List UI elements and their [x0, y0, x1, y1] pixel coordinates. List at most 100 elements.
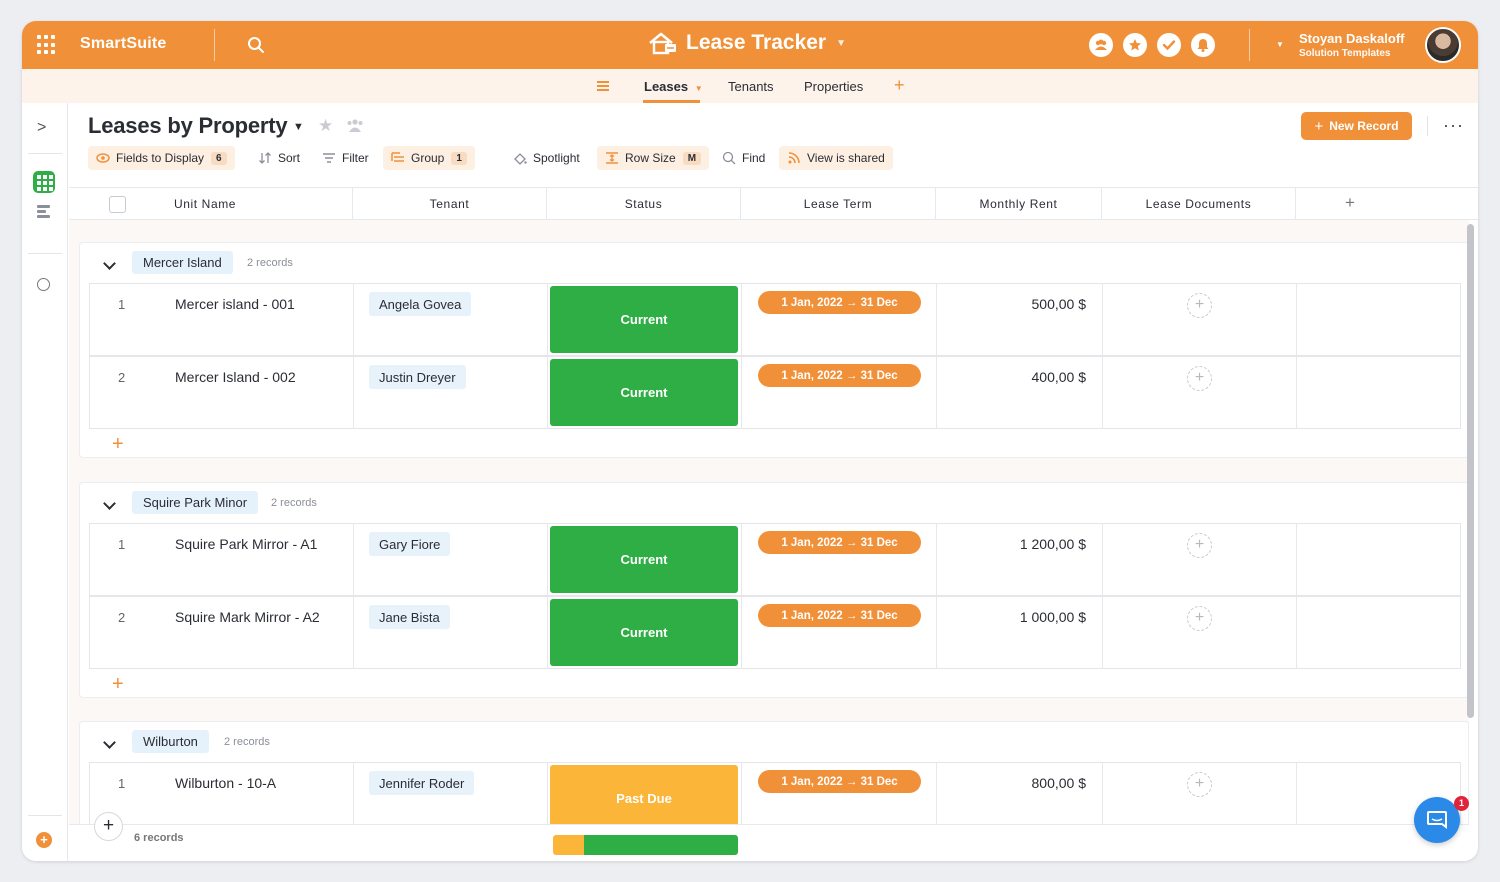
add-file-plus-icon[interactable]: +	[1187, 533, 1212, 558]
group-label: Group	[411, 151, 445, 165]
tenant-link[interactable]: Jane Bista	[369, 605, 450, 629]
collapse-group-chevron-icon[interactable]	[103, 736, 116, 749]
grid-view-icon[interactable]	[33, 171, 55, 193]
view-is-shared-button[interactable]: View is shared	[779, 146, 893, 170]
add-record-plus-icon[interactable]: +	[112, 433, 124, 456]
cell-status[interactable]: Current	[548, 524, 742, 595]
spotlight-button[interactable]: Spotlight	[505, 146, 588, 170]
collapse-group-chevron-icon[interactable]	[103, 497, 116, 510]
monthly-rent-value: 800,00 $	[1031, 775, 1087, 791]
status-summary-bar[interactable]	[553, 835, 738, 855]
cell-lease-documents[interactable]: +	[1103, 597, 1297, 668]
cell-monthly-rent[interactable]: 400,00 $	[937, 357, 1103, 428]
apps-grid-icon[interactable]	[37, 35, 57, 55]
group-record-count: 2 records	[247, 257, 293, 269]
cell-status[interactable]: Current	[548, 357, 742, 428]
add-table-plus-icon[interactable]: +	[894, 75, 905, 96]
cell-monthly-rent[interactable]: 500,00 $	[937, 284, 1103, 355]
cell-lease-term[interactable]: 1 Jan, 2022 → 31 Dec	[742, 597, 937, 668]
add-file-plus-icon[interactable]: +	[1187, 366, 1212, 391]
user-name[interactable]: Stoyan Daskaloff	[1299, 31, 1404, 46]
table-row[interactable]: 1 Squire Park Mirror - A1 Gary Fiore Cur…	[89, 523, 1461, 596]
row-size-button[interactable]: Row Size M	[597, 146, 710, 170]
cell-lease-term[interactable]: 1 Jan, 2022 → 31 Dec	[742, 284, 937, 355]
team-icon[interactable]	[1089, 33, 1113, 57]
table-row[interactable]: 2 Mercer Island - 002 Justin Dreyer Curr…	[89, 356, 1461, 429]
expand-sidebar-chevron-icon[interactable]: >	[37, 119, 46, 137]
group-button[interactable]: Group 1	[383, 146, 475, 170]
tenant-link[interactable]: Gary Fiore	[369, 532, 451, 556]
find-button[interactable]: Find	[714, 146, 773, 170]
add-file-plus-icon[interactable]: +	[1187, 606, 1212, 631]
list-view-icon[interactable]	[37, 205, 50, 220]
column-header-unit-name[interactable]: Unit Name	[69, 188, 353, 220]
cell-unit-name[interactable]: 1 Mercer island - 001	[90, 284, 354, 355]
more-options-icon[interactable]: ···	[1443, 115, 1464, 136]
brand-logo[interactable]: SmartSuite	[80, 35, 166, 53]
tenant-link[interactable]: Angela Govea	[369, 292, 472, 316]
user-menu-chevron-icon[interactable]: ▼	[1276, 40, 1284, 49]
column-header-lease-documents[interactable]: Lease Documents	[1102, 188, 1296, 220]
add-record-button[interactable]: +	[94, 812, 123, 841]
cell-unit-name[interactable]: 2 Mercer Island - 002	[90, 357, 354, 428]
add-file-plus-icon[interactable]: +	[1187, 293, 1212, 318]
status-badge: Past Due	[550, 765, 738, 832]
tenant-link[interactable]: Justin Dreyer	[369, 365, 466, 389]
find-label: Find	[742, 151, 766, 165]
cell-lease-term[interactable]: 1 Jan, 2022 → 31 Dec	[742, 524, 937, 595]
group-icon	[391, 152, 404, 162]
add-view-icon[interactable]: +	[36, 832, 52, 848]
column-header-status[interactable]: Status	[547, 188, 741, 220]
lease-term-pill: 1 Jan, 2022 → 31 Dec	[758, 770, 921, 793]
app-title: Lease Tracker	[686, 31, 827, 54]
cell-lease-documents[interactable]: +	[1103, 357, 1297, 428]
cell-tenant[interactable]: Jane Bista	[354, 597, 548, 668]
favorite-view-star-icon[interactable]: ★	[318, 116, 333, 136]
hamburger-menu-icon[interactable]	[597, 81, 609, 91]
add-column-plus-icon[interactable]: +	[1345, 193, 1355, 213]
view-title[interactable]: Leases by Property	[88, 113, 288, 139]
filter-button[interactable]: Filter	[314, 146, 377, 170]
tenant-link[interactable]: Jennifer Roder	[369, 771, 475, 795]
tab-properties[interactable]: Properties	[804, 79, 863, 94]
cell-lease-documents[interactable]: +	[1103, 524, 1297, 595]
collapse-group-chevron-icon[interactable]	[103, 257, 116, 270]
new-record-button[interactable]: + New Record	[1301, 112, 1412, 140]
sort-button[interactable]: Sort	[250, 146, 308, 170]
cell-unit-name[interactable]: 2 Squire Mark Mirror - A2	[90, 597, 354, 668]
add-file-plus-icon[interactable]: +	[1187, 772, 1212, 797]
view-menu-caret-icon[interactable]: ▼	[293, 121, 304, 133]
avatar[interactable]	[1425, 27, 1461, 63]
cell-monthly-rent[interactable]: 1 000,00 $	[937, 597, 1103, 668]
fields-to-display-button[interactable]: Fields to Display 6	[88, 146, 235, 170]
favorites-star-icon[interactable]	[1123, 33, 1147, 57]
divider	[28, 253, 62, 254]
column-header-tenant[interactable]: Tenant	[353, 188, 547, 220]
tab-leases[interactable]: Leases ▼	[644, 79, 703, 94]
table-row[interactable]: 2 Squire Mark Mirror - A2 Jane Bista Cur…	[89, 596, 1461, 669]
app-title-switcher[interactable]: Lease Tracker ▼	[648, 31, 846, 55]
notifications-bell-icon[interactable]	[1191, 33, 1215, 57]
table-row[interactable]: 1 Mercer island - 001 Angela Govea Curre…	[89, 283, 1461, 356]
group-mercer-island: Mercer Island 2 records 1 Mercer island …	[79, 242, 1469, 458]
user-circle-icon[interactable]	[37, 278, 50, 291]
cell-tenant[interactable]: Angela Govea	[354, 284, 548, 355]
cell-lease-documents[interactable]: +	[1103, 284, 1297, 355]
tab-tenants[interactable]: Tenants	[728, 79, 774, 94]
column-header-monthly-rent[interactable]: Monthly Rent	[936, 188, 1102, 220]
cell-unit-name[interactable]: 1 Squire Park Mirror - A1	[90, 524, 354, 595]
search-icon[interactable]	[247, 36, 265, 54]
vertical-scrollbar[interactable]	[1467, 224, 1474, 718]
lease-term-pill: 1 Jan, 2022 → 31 Dec	[758, 604, 921, 627]
cell-tenant[interactable]: Gary Fiore	[354, 524, 548, 595]
view-members-icon[interactable]	[346, 118, 364, 132]
tasks-check-icon[interactable]	[1157, 33, 1181, 57]
cell-tenant[interactable]: Justin Dreyer	[354, 357, 548, 428]
add-record-plus-icon[interactable]: +	[112, 673, 124, 696]
cell-monthly-rent[interactable]: 1 200,00 $	[937, 524, 1103, 595]
cell-lease-term[interactable]: 1 Jan, 2022 → 31 Dec	[742, 357, 937, 428]
group-label: Mercer Island	[132, 251, 233, 274]
column-header-lease-term[interactable]: Lease Term	[741, 188, 936, 220]
cell-status[interactable]: Current	[548, 597, 742, 668]
cell-status[interactable]: Current	[548, 284, 742, 355]
